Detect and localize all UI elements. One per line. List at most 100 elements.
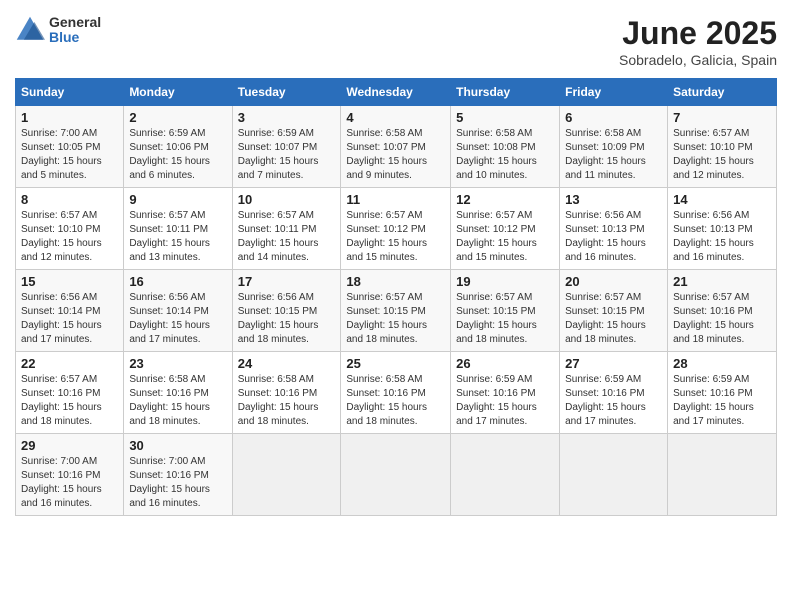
- day-info: Sunrise: 6:56 AMSunset: 10:13 PMDaylight…: [673, 209, 771, 265]
- calendar-header: SundayMondayTuesdayWednesdayThursdayFrid…: [16, 79, 777, 106]
- calendar-cell: 5Sunrise: 6:58 AMSunset: 10:08 PMDayligh…: [451, 106, 560, 188]
- title-block: June 2025 Sobradelo, Galicia, Spain: [619, 15, 777, 68]
- calendar-week-3: 15 Sunrise: 6:56 AMSunset: 10:14 PMDaylig…: [16, 270, 777, 352]
- day-number: 24: [238, 356, 336, 371]
- day-number: 27: [565, 356, 662, 371]
- day-number: 28: [673, 356, 771, 371]
- day-info: Sunrise: 6:57 AMSunset: 10:11 PMDaylight…: [238, 209, 336, 265]
- calendar-week-2: 8 Sunrise: 6:57 AMSunset: 10:10 PMDayligh…: [16, 188, 777, 270]
- column-header-thursday: Thursday: [451, 79, 560, 106]
- calendar-cell: 12 Sunrise: 6:57 AMSunset: 10:12 PMDaylig…: [451, 188, 560, 270]
- day-info: Sunrise: 6:56 AMSunset: 10:14 PMDaylight…: [129, 291, 226, 347]
- calendar-cell: 14 Sunrise: 6:56 AMSunset: 10:13 PMDaylig…: [668, 188, 777, 270]
- day-number: 16: [129, 274, 226, 289]
- calendar-cell: 11 Sunrise: 6:57 AMSunset: 10:12 PMDaylig…: [341, 188, 451, 270]
- logo: General Blue: [15, 15, 101, 46]
- calendar-cell: [668, 434, 777, 516]
- day-number: 21: [673, 274, 771, 289]
- day-info: Sunrise: 6:57 AMSunset: 10:12 PMDaylight…: [456, 209, 554, 265]
- calendar-cell: 8 Sunrise: 6:57 AMSunset: 10:10 PMDayligh…: [16, 188, 124, 270]
- day-number: 11: [346, 192, 445, 207]
- calendar-cell: 10Sunrise: 6:57 AMSunset: 10:11 PMDaylig…: [232, 188, 341, 270]
- calendar-cell: 2Sunrise: 6:59 AMSunset: 10:06 PMDayligh…: [124, 106, 232, 188]
- calendar-cell: [560, 434, 668, 516]
- calendar-cell: [341, 434, 451, 516]
- calendar-cell: [232, 434, 341, 516]
- day-number: 23: [129, 356, 226, 371]
- day-info: Sunrise: 6:58 AMSunset: 10:09 PMDaylight…: [565, 127, 662, 183]
- calendar-cell: 3Sunrise: 6:59 AMSunset: 10:07 PMDayligh…: [232, 106, 341, 188]
- column-header-wednesday: Wednesday: [341, 79, 451, 106]
- calendar-cell: 22Sunrise: 6:57 AMSunset: 10:16 PMDaylig…: [16, 352, 124, 434]
- day-number: 14: [673, 192, 771, 207]
- calendar-week-4: 22Sunrise: 6:57 AMSunset: 10:16 PMDaylig…: [16, 352, 777, 434]
- day-info: Sunrise: 6:57 AMSunset: 10:10 PMDaylight…: [21, 209, 118, 265]
- day-number: 15: [21, 274, 118, 289]
- calendar-cell: 16 Sunrise: 6:56 AMSunset: 10:14 PMDaylig…: [124, 270, 232, 352]
- calendar-cell: 15Sunrise: 6:56 AMSunset: 10:14 PMDaylig…: [16, 270, 124, 352]
- page-header: General Blue June 2025 Sobradelo, Galici…: [15, 15, 777, 68]
- logo-icon: [15, 15, 45, 45]
- calendar-cell: 6 Sunrise: 6:58 AMSunset: 10:09 PMDayligh…: [560, 106, 668, 188]
- day-info: Sunrise: 6:58 AMSunset: 10:08 PMDaylight…: [456, 127, 554, 183]
- column-header-sunday: Sunday: [16, 79, 124, 106]
- day-info: Sunrise: 6:57 AMSunset: 10:12 PMDaylight…: [346, 209, 445, 265]
- day-number: 20: [565, 274, 662, 289]
- day-info: Sunrise: 6:59 AMSunset: 10:16 PMDaylight…: [456, 373, 554, 429]
- day-number: 12: [456, 192, 554, 207]
- calendar-cell: 9Sunrise: 6:57 AMSunset: 10:11 PMDayligh…: [124, 188, 232, 270]
- day-number: 7: [673, 110, 771, 125]
- column-header-monday: Monday: [124, 79, 232, 106]
- day-info: Sunrise: 6:56 AMSunset: 10:13 PMDaylight…: [565, 209, 662, 265]
- column-header-tuesday: Tuesday: [232, 79, 341, 106]
- month-year: June 2025: [619, 15, 777, 52]
- day-number: 4: [346, 110, 445, 125]
- day-number: 17: [238, 274, 336, 289]
- calendar-cell: 19 Sunrise: 6:57 AMSunset: 10:15 PMDaylig…: [451, 270, 560, 352]
- day-info: Sunrise: 6:56 AMSunset: 10:15 PMDaylight…: [238, 291, 336, 347]
- day-info: Sunrise: 7:00 AMSunset: 10:05 PMDaylight…: [21, 127, 118, 183]
- day-info: Sunrise: 6:57 AMSunset: 10:15 PMDaylight…: [456, 291, 554, 347]
- day-info: Sunrise: 6:58 AMSunset: 10:16 PMDaylight…: [238, 373, 336, 429]
- day-info: Sunrise: 6:59 AMSunset: 10:16 PMDaylight…: [565, 373, 662, 429]
- day-info: Sunrise: 6:57 AMSunset: 10:16 PMDaylight…: [21, 373, 118, 429]
- day-info: Sunrise: 6:57 AMSunset: 10:10 PMDaylight…: [673, 127, 771, 183]
- day-number: 8: [21, 192, 118, 207]
- calendar-cell: 7 Sunrise: 6:57 AMSunset: 10:10 PMDayligh…: [668, 106, 777, 188]
- calendar-cell: 25 Sunrise: 6:58 AMSunset: 10:16 PMDaylig…: [341, 352, 451, 434]
- location: Sobradelo, Galicia, Spain: [619, 52, 777, 68]
- day-info: Sunrise: 6:58 AMSunset: 10:07 PMDaylight…: [346, 127, 445, 183]
- day-number: 25: [346, 356, 445, 371]
- calendar-cell: 23 Sunrise: 6:58 AMSunset: 10:16 PMDaylig…: [124, 352, 232, 434]
- calendar-cell: 1Sunrise: 7:00 AMSunset: 10:05 PMDayligh…: [16, 106, 124, 188]
- calendar-cell: 26 Sunrise: 6:59 AMSunset: 10:16 PMDaylig…: [451, 352, 560, 434]
- calendar-cell: 24 Sunrise: 6:58 AMSunset: 10:16 PMDaylig…: [232, 352, 341, 434]
- calendar-cell: 29 Sunrise: 7:00 AMSunset: 10:16 PMDaylig…: [16, 434, 124, 516]
- day-info: Sunrise: 6:57 AMSunset: 10:16 PMDaylight…: [673, 291, 771, 347]
- day-number: 9: [129, 192, 226, 207]
- column-header-saturday: Saturday: [668, 79, 777, 106]
- day-number: 19: [456, 274, 554, 289]
- calendar-cell: 21 Sunrise: 6:57 AMSunset: 10:16 PMDaylig…: [668, 270, 777, 352]
- calendar-table: SundayMondayTuesdayWednesdayThursdayFrid…: [15, 78, 777, 516]
- day-info: Sunrise: 7:00 AMSunset: 10:16 PMDaylight…: [21, 455, 118, 511]
- day-info: Sunrise: 6:59 AMSunset: 10:07 PMDaylight…: [238, 127, 336, 183]
- logo-general: General: [49, 15, 101, 30]
- day-number: 6: [565, 110, 662, 125]
- day-info: Sunrise: 6:58 AMSunset: 10:16 PMDaylight…: [346, 373, 445, 429]
- day-number: 29: [21, 438, 118, 453]
- calendar-cell: 13 Sunrise: 6:56 AMSunset: 10:13 PMDaylig…: [560, 188, 668, 270]
- calendar-cell: 30Sunrise: 7:00 AMSunset: 10:16 PMDaylig…: [124, 434, 232, 516]
- calendar-week-1: 1Sunrise: 7:00 AMSunset: 10:05 PMDayligh…: [16, 106, 777, 188]
- day-info: Sunrise: 6:57 AMSunset: 10:15 PMDaylight…: [346, 291, 445, 347]
- day-info: Sunrise: 6:57 AMSunset: 10:15 PMDaylight…: [565, 291, 662, 347]
- calendar-cell: 28Sunrise: 6:59 AMSunset: 10:16 PMDaylig…: [668, 352, 777, 434]
- calendar-cell: 4 Sunrise: 6:58 AMSunset: 10:07 PMDayligh…: [341, 106, 451, 188]
- day-number: 26: [456, 356, 554, 371]
- logo-blue: Blue: [49, 30, 101, 45]
- column-header-friday: Friday: [560, 79, 668, 106]
- day-number: 18: [346, 274, 445, 289]
- day-info: Sunrise: 6:58 AMSunset: 10:16 PMDaylight…: [129, 373, 226, 429]
- day-info: Sunrise: 6:59 AMSunset: 10:06 PMDaylight…: [129, 127, 226, 183]
- day-number: 13: [565, 192, 662, 207]
